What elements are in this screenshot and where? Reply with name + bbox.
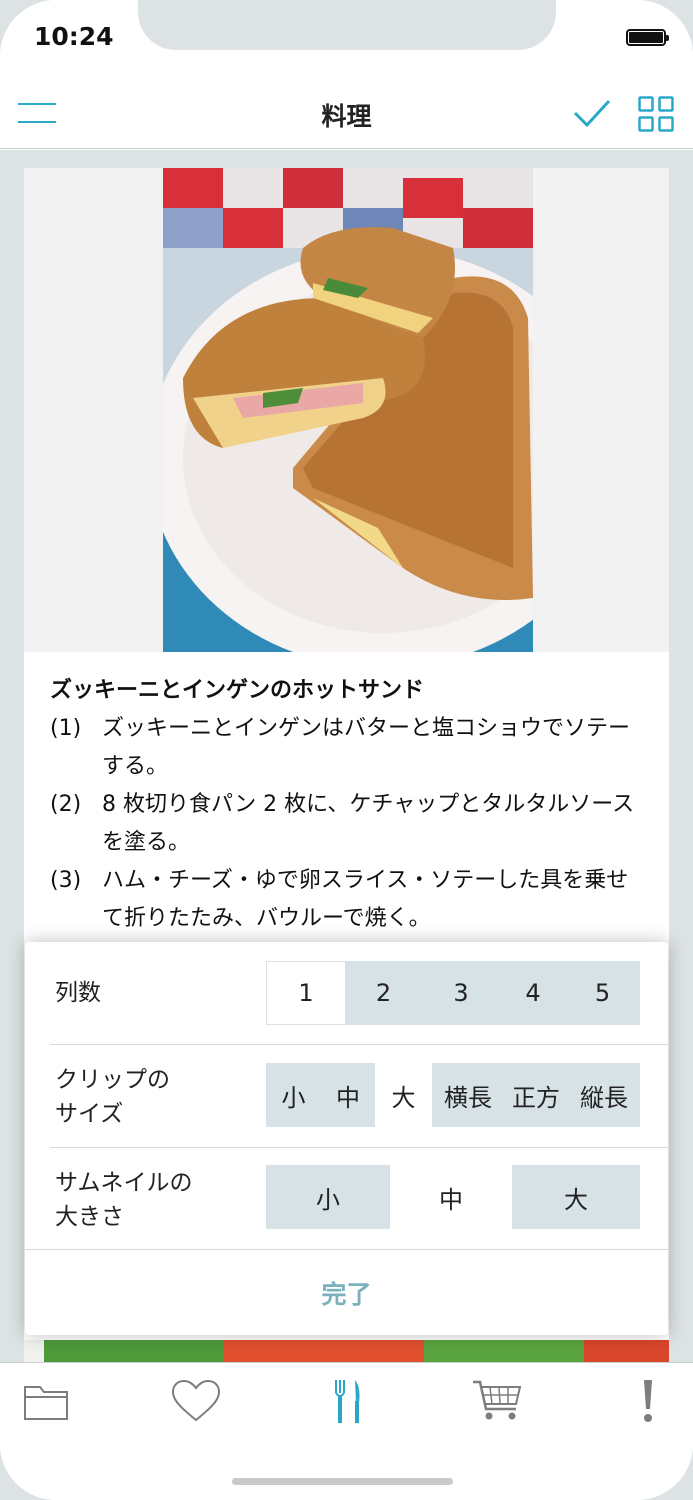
step-text: ズッキーニとインゲンはバターと塩コショウでソテーする。 [102, 716, 631, 779]
clip-size-segmented-control: 小 中 大 横長 正方 縦長 [266, 1063, 640, 1127]
exclamation-icon[interactable] [618, 1377, 678, 1425]
clip-size-option-portrait[interactable]: 縦長 [568, 1063, 640, 1127]
recipe-photo-frame [24, 168, 669, 652]
clip-size-option-small[interactable]: 小 [266, 1063, 321, 1127]
folder-icon[interactable] [16, 1377, 76, 1425]
home-indicator [232, 1478, 453, 1485]
recipe-photo [163, 168, 533, 652]
thumbnail-size-label-line2: 大きさ [55, 1204, 124, 1230]
step-number: (2) [50, 792, 82, 817]
columns-option-2[interactable]: 2 [346, 961, 421, 1025]
next-card-photo [24, 1340, 669, 1362]
clip-size-label-line1: クリップの [55, 1067, 170, 1093]
fork-knife-icon[interactable] [317, 1377, 377, 1425]
recipe-title: ズッキーニとインゲンのホットサンド [50, 678, 425, 703]
battery-icon [626, 29, 669, 46]
status-bar: 10:24 [0, 0, 693, 75]
clip-size-row: クリップの サイズ 小 中 大 横長 正方 縦長 [25, 1045, 668, 1147]
recipe-step: (2) 8 枚切り食パン 2 枚に、ケチャップとタルタルソースを塗る。 [50, 786, 650, 862]
layout-settings-panel: 列数 1 2 3 4 5 クリップの サイズ 小 中 大 横長 正方 縦長 サム… [25, 942, 668, 1335]
clip-size-option-large[interactable]: 大 [375, 1063, 432, 1127]
thumbnail-size-row: サムネイルの 大きさ 小 中 大 [25, 1148, 668, 1250]
navigation-bar: 料理 [0, 75, 693, 149]
step-number: (1) [50, 716, 82, 741]
checkmark-icon[interactable] [572, 95, 612, 131]
thumbnail-size-option-small[interactable]: 小 [266, 1165, 390, 1229]
columns-label: 列数 [55, 980, 101, 1006]
clip-size-label-line2: サイズ [55, 1101, 124, 1127]
clip-size-label: クリップの サイズ [55, 1063, 170, 1131]
device-notch [138, 0, 556, 50]
columns-option-4[interactable]: 4 [501, 961, 565, 1025]
columns-option-5[interactable]: 5 [565, 961, 640, 1025]
step-text: 8 枚切り食パン 2 枚に、ケチャップとタルタルソースを塗る。 [102, 792, 635, 855]
done-button[interactable]: 完了 [25, 1250, 668, 1335]
thumbnail-size-label-line1: サムネイルの [55, 1170, 193, 1196]
thumbnail-size-segmented-control: 小 中 大 [266, 1165, 640, 1229]
recipe-step: (1) ズッキーニとインゲンはバターと塩コショウでソテーする。 [50, 710, 650, 786]
thumbnail-size-option-large[interactable]: 大 [512, 1165, 640, 1229]
recipe-step: (3) ハム・チーズ・ゆで卵スライス・ソテーした具を乗せて折りたたみ、バウルーで… [50, 862, 650, 938]
step-number: (3) [50, 868, 82, 893]
step-text: ハム・チーズ・ゆで卵スライス・ソテーした具を乗せて折りたたみ、バウルーで焼く。 [102, 868, 629, 931]
status-time: 10:24 [34, 22, 114, 51]
clip-size-option-square[interactable]: 正方 [504, 1063, 568, 1127]
grid-view-icon[interactable] [638, 96, 674, 132]
columns-option-1[interactable]: 1 [266, 961, 346, 1025]
thumbnail-size-option-medium[interactable]: 中 [390, 1165, 512, 1229]
thumbnail-size-label: サムネイルの 大きさ [55, 1166, 193, 1234]
columns-segmented-control: 1 2 3 4 5 [266, 961, 640, 1025]
clip-size-option-medium[interactable]: 中 [321, 1063, 375, 1127]
recipe-text: ズッキーニとインゲンのホットサンド (1) ズッキーニとインゲンはバターと塩コシ… [50, 672, 650, 938]
columns-option-3[interactable]: 3 [421, 961, 501, 1025]
phone-screen: 10:24 料理 ズッキーニとインゲンのホットサンド (1) ズッキーニとインゲ… [0, 0, 693, 1500]
cart-icon[interactable] [467, 1377, 527, 1425]
heart-icon[interactable] [166, 1377, 226, 1425]
columns-row: 列数 1 2 3 4 5 [25, 942, 668, 1044]
clip-size-option-landscape[interactable]: 横長 [432, 1063, 504, 1127]
